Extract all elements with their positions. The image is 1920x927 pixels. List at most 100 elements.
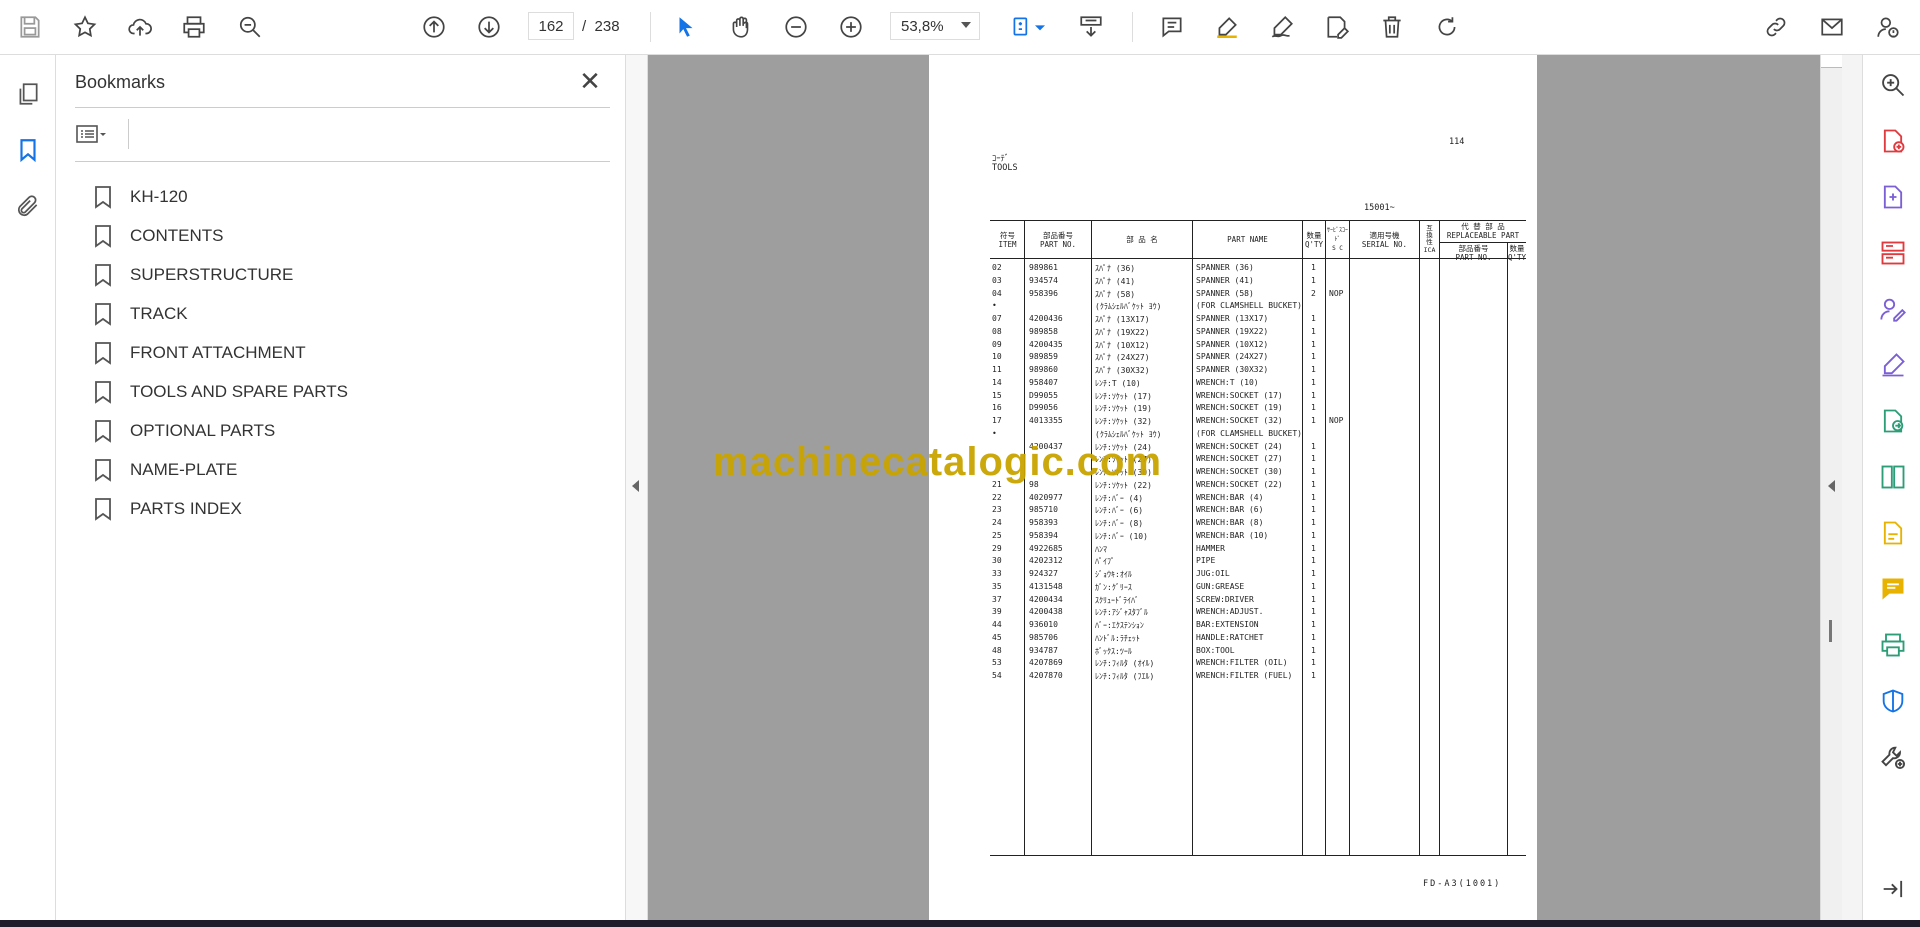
cell-name-jp: ｽﾊﾟﾅ (24X27) (1095, 353, 1150, 363)
header-sc: ｻｰﾋﾞｽｺｰﾄﾞ S C (1326, 227, 1348, 252)
cell-part-no: 4200434 (1029, 594, 1063, 604)
scroll-mode-icon[interactable] (1073, 9, 1109, 45)
collapse-tools-panel-icon[interactable] (1877, 873, 1909, 905)
cell-name-jp: ﾊﾝﾄﾞﾙ:ﾗﾁｪｯﾄ (1095, 633, 1140, 643)
cell-part-name: JUG:OIL (1196, 569, 1230, 578)
close-icon[interactable]: ✕ (576, 66, 604, 96)
cell-item: 10 (992, 352, 1002, 362)
expand-right-panel-arrow-icon[interactable] (1828, 480, 1835, 492)
cell-part-name: GUN:GREASE (1196, 581, 1245, 591)
cell-part-name: HAMMER (1196, 543, 1225, 553)
bookmark-label: NAME-PLATE (130, 459, 238, 479)
page-separator: / (582, 18, 587, 35)
zoom-out-icon[interactable] (778, 9, 814, 45)
bookmark-item-contents[interactable]: CONTENTS (92, 216, 592, 255)
cell-name-jp: ﾎﾞｯｸｽ:ﾂｰﾙ (1095, 646, 1132, 656)
document-viewer[interactable]: 114 ｺｰﾃﾞ TOOLS 15001~ 符号 ITEM 部品番号 PART NO… (648, 55, 1820, 920)
delete-icon[interactable] (1374, 9, 1410, 45)
save-icon[interactable] (12, 9, 48, 45)
bookmark-options-button[interactable] (76, 119, 120, 149)
scrollbar-thumb[interactable] (1829, 620, 1832, 642)
cell-part-no: 4200438 (1029, 607, 1063, 617)
fit-options-chevron-icon[interactable] (1030, 9, 1050, 45)
cell-part-no: 985710 (1029, 505, 1058, 515)
bookmark-item-superstructure[interactable]: SUPERSTRUCTURE (92, 255, 592, 294)
bookmark-item-parts-index[interactable]: PARTS INDEX (92, 489, 592, 528)
cell-item: 25 (992, 530, 1002, 540)
draw-icon[interactable] (1264, 9, 1300, 45)
fill-and-sign-icon[interactable] (1877, 349, 1909, 381)
zoom-in-icon[interactable] (833, 9, 869, 45)
right-panel-handle[interactable] (1842, 55, 1862, 920)
cell-item: 23 (992, 505, 1002, 515)
edit-pdf-icon[interactable] (1877, 517, 1909, 549)
account-help-icon[interactable] (1870, 9, 1906, 45)
share-link-icon[interactable] (1758, 9, 1794, 45)
print-icon[interactable] (176, 9, 212, 45)
divider (128, 119, 129, 149)
bookmark-item-optional-parts[interactable]: OPTIONAL PARTS (92, 411, 592, 450)
comment-icon[interactable] (1154, 9, 1190, 45)
cell-part-no: 989861 (1029, 263, 1058, 272)
cell-part-name: WRENCH:BAR (4) (1196, 492, 1264, 502)
bookmark-item-tools-and-spare-parts[interactable]: TOOLS AND SPARE PARTS (92, 372, 592, 411)
cell-part-name: WRENCH:T (10) (1196, 377, 1259, 387)
cell-qty: 1 (1311, 275, 1316, 285)
table-row: 35 4131548 ｶﾞﾝ:ｸﾞﾘｰｽ GUN:GREASE 1 (929, 582, 1529, 595)
bookmark-icon (95, 380, 111, 404)
bookmark-label: TRACK (130, 303, 188, 323)
page-thumbnails-icon[interactable] (10, 76, 46, 112)
hand-tool-icon[interactable] (723, 9, 759, 45)
cell-name-jp: ﾚﾝﾁ:T (10) (1095, 378, 1141, 388)
toolbar-divider (1132, 12, 1133, 42)
bookmark-item-track[interactable]: TRACK (92, 294, 592, 333)
print-production-icon[interactable] (1877, 629, 1909, 661)
cell-part-name: WRENCH:SOCKET (22) (1196, 479, 1283, 489)
cell-qty: 1 (1311, 569, 1316, 578)
cell-name-jp: ｽﾊﾟﾅ (13X17) (1095, 315, 1150, 324)
collapse-left-panel-handle[interactable] (626, 55, 648, 920)
cell-qty: 1 (1311, 581, 1316, 591)
request-signatures-icon[interactable] (1877, 293, 1909, 325)
attachments-icon[interactable] (10, 188, 46, 224)
send-for-review-icon[interactable] (1877, 405, 1909, 437)
select-cursor-icon[interactable] (668, 9, 704, 45)
star-icon[interactable] (67, 9, 103, 45)
current-page-input[interactable]: 162 (528, 12, 574, 40)
cell-item: 53 (992, 658, 1002, 668)
previous-page-icon[interactable] (416, 9, 452, 45)
cell-item: 14 (992, 377, 1002, 387)
cloud-upload-icon[interactable] (122, 9, 158, 45)
bookmark-item-kh-120[interactable]: KH-120 (92, 177, 592, 216)
table-row: 39 4200438 ﾚﾝﾁ:ｱｼﾞｬｽﾀﾌﾞﾙ WRENCH:ADJUST. 1 (929, 607, 1529, 620)
more-tools-icon[interactable] (1877, 741, 1909, 773)
bookmark-item-front-attachment[interactable]: FRONT ATTACHMENT (92, 333, 592, 372)
next-page-icon[interactable] (471, 9, 507, 45)
table-row: 17 4013355 ﾚﾝﾁ:ｿｹｯﾄ (32) WRENCH:SOCKET (32)… (929, 416, 1529, 429)
rotate-icon[interactable] (1429, 9, 1465, 45)
total-pages: 238 (594, 18, 620, 35)
vertical-scrollbar[interactable] (1820, 55, 1843, 920)
bookmarks-icon[interactable] (10, 132, 46, 168)
table-row: • (ｸﾗﾑｼｪﾙﾊﾞｹｯﾄ ﾖｳ) (FOR CLAMSHELL BUCKET) (929, 301, 1529, 314)
create-pdf-icon[interactable] (1877, 125, 1909, 157)
table-row: 24 958393 ﾚﾝﾁ:ﾊﾞｰ (8) WRENCH:BAR (8) 1 (929, 518, 1529, 531)
compare-files-icon[interactable] (1877, 461, 1909, 493)
header-rep-part-no: 部品番号 PART NO. (1455, 244, 1492, 262)
edit-text-icon[interactable] (1319, 9, 1355, 45)
cell-name-jp: ﾚﾝﾁ:ｿｹｯﾄ (32) (1095, 417, 1152, 426)
highlight-icon[interactable] (1209, 9, 1245, 45)
organize-pages-icon[interactable] (1877, 237, 1909, 269)
page-number: 114 (1449, 137, 1465, 147)
zoom-search-icon[interactable] (232, 9, 268, 45)
comment-tool-icon[interactable] (1877, 573, 1909, 605)
search-zoom-icon[interactable] (1877, 69, 1909, 101)
zoom-level-dropdown[interactable]: 53,8% (890, 12, 980, 40)
protect-shield-icon[interactable] (1877, 685, 1909, 717)
email-icon[interactable] (1814, 9, 1850, 45)
table-row: 04 958396 ｽﾊﾟﾅ (58) SPANNER (58) 2 NOP (929, 289, 1529, 302)
cell-qty: 1 (1311, 365, 1316, 374)
cell-part-no: 4922685 (1029, 543, 1063, 553)
export-pdf-icon[interactable] (1877, 181, 1909, 213)
bookmark-item-name-plate[interactable]: NAME-PLATE (92, 450, 592, 489)
